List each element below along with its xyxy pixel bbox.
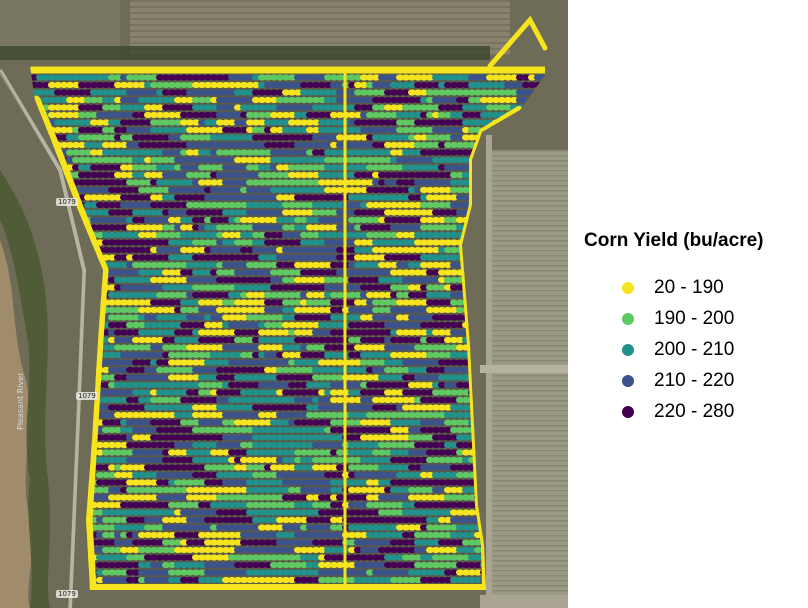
- adjacent-field-east: [488, 150, 568, 608]
- field-road-south: [480, 595, 568, 608]
- field-road-east-divider: [480, 365, 568, 373]
- tree-line: [0, 46, 490, 60]
- yield-map-canvas: [0, 0, 568, 608]
- satellite-map: 1079 1079 1079 Pleasant River: [0, 0, 568, 608]
